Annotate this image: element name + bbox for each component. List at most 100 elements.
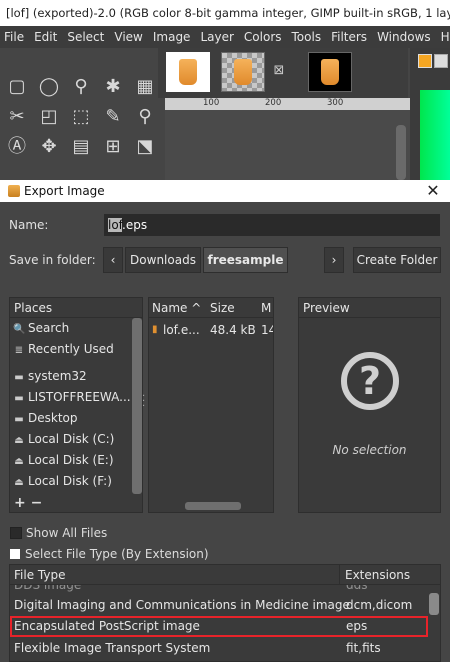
color-gradient-preview[interactable] (420, 90, 450, 180)
create-folder-button[interactable]: Create Folder (353, 247, 441, 273)
image-tab-3[interactable] (308, 52, 352, 92)
place-label: Desktop (28, 411, 78, 425)
place-label: Local Disk (E:) (28, 453, 114, 467)
color-picker-icon[interactable]: ✎ (100, 104, 126, 130)
places-header: Places (10, 298, 142, 318)
file-name: lof.e... (163, 323, 200, 337)
canvas-area[interactable] (165, 110, 410, 180)
place-item[interactable]: ⏏ Local Disk (E:) (10, 450, 142, 471)
menu-select[interactable]: Select (67, 30, 104, 44)
warp-icon[interactable]: ⊞ (100, 134, 126, 160)
column-file-type[interactable]: File Type (10, 565, 340, 585)
menu-image[interactable]: Image (153, 30, 191, 44)
places-panel: Places 🔍 Search ≣ Recently Used ▬ system32 ▬ LI… (9, 297, 143, 513)
file-row[interactable]: ▮ lof.e... 48.4 kB 14 (149, 320, 273, 340)
file-type-row-selected[interactable]: Encapsulated PostScript image eps (10, 616, 428, 637)
align-icon[interactable]: ▤ (68, 134, 94, 160)
column-name[interactable]: Name ^ (152, 298, 201, 318)
path-forward-button[interactable]: › (324, 247, 344, 273)
foreground-select-icon[interactable]: ▦ (132, 74, 158, 100)
column-size[interactable]: Size (210, 298, 235, 318)
pane-resize-handle[interactable]: · · · (142, 392, 147, 412)
place-label: LISTOFFREEWA... (28, 390, 131, 404)
file-list-scrollbar[interactable] (185, 502, 241, 510)
image-thumbnail-icon (321, 59, 339, 85)
right-dock (410, 48, 450, 180)
preview-empty-text: No selection (332, 443, 407, 457)
file-list: Name ^ Size M ▮ lof.e... 48.4 kB 14 (148, 297, 274, 513)
dialog-titlebar: Export Image ✕ (0, 180, 450, 202)
file-type-ext: dcm,dicom (346, 598, 413, 612)
close-tab-icon[interactable]: ⊠ (271, 63, 287, 79)
place-item[interactable]: 🔍 Search (10, 318, 142, 339)
column-extensions[interactable]: Extensions (341, 565, 427, 585)
menu-file[interactable]: File (4, 30, 24, 44)
file-type-name: Digital Imaging and Communications in Me… (14, 598, 350, 612)
file-type-header: File Type Extensions (10, 565, 440, 585)
place-item[interactable]: ⏏ Local Disk (C:) (10, 429, 142, 450)
show-all-files-label: Show All Files (26, 526, 108, 540)
menu-view[interactable]: View (114, 30, 142, 44)
rect-select-icon[interactable]: ▢ (4, 74, 30, 100)
place-item[interactable]: ⏏ Local Disk (F:) (10, 471, 142, 492)
places-add-remove[interactable]: + − (10, 494, 142, 512)
save-in-folder-label: Save in folder: (9, 253, 96, 267)
path-segment-freesample[interactable]: freesample (203, 247, 288, 273)
text-icon[interactable]: Ⓐ (4, 134, 30, 160)
place-label: system32 (28, 369, 87, 383)
file-type-ext: eps (346, 619, 368, 633)
menu-windows[interactable]: Windows (377, 30, 431, 44)
move-icon[interactable]: ✥ (36, 134, 62, 160)
filename-input[interactable]: lof.eps (104, 214, 440, 236)
crop-icon[interactable]: ◰ (36, 104, 62, 130)
free-select-icon[interactable]: ⚲ (68, 74, 94, 100)
show-all-files-checkbox[interactable]: Show All Files (10, 525, 107, 541)
path-segment-downloads[interactable]: Downloads (125, 247, 201, 273)
fuzzy-select-icon[interactable]: ✱ (100, 74, 126, 100)
file-type-scrollbar[interactable] (429, 593, 439, 615)
place-item[interactable]: ▬ system32 (10, 366, 142, 387)
place-item[interactable]: ▬ Desktop (10, 408, 142, 429)
file-size: 48.4 kB (210, 323, 256, 337)
column-modified[interactable]: M (261, 298, 271, 318)
path-back-button[interactable]: ‹ (103, 247, 123, 273)
sort-ascending-icon: ^ (191, 301, 202, 315)
transform-icon[interactable]: ⬔ (132, 134, 158, 160)
zoom-icon[interactable]: ⚲ (132, 104, 158, 130)
close-icon[interactable]: ✕ (424, 180, 442, 202)
file-type-row[interactable]: Flexible Image Transport System fit,fits (10, 638, 428, 659)
menu-filters[interactable]: Filters (331, 30, 367, 44)
ruler-tick: 200 (265, 98, 282, 108)
file-list-header: Name ^ Size M (149, 298, 273, 318)
menu-layer[interactable]: Layer (200, 30, 233, 44)
checkbox-icon (10, 527, 22, 539)
unified-transform-icon[interactable]: ⬚ (68, 104, 94, 130)
drive-icon: ⏏ (14, 477, 24, 488)
foreground-color-swatch[interactable] (418, 54, 432, 68)
folder-icon: ▬ (14, 414, 24, 425)
image-tab-1[interactable] (166, 52, 210, 92)
file-icon: ▮ (152, 324, 158, 335)
file-type-name: Encapsulated PostScript image (14, 619, 200, 633)
toolbox: ▢ ◯ ⚲ ✱ ▦ ✂ ◰ ⬚ ✎ ⚲ Ⓐ ✥ ▤ ⊞ ⬔ (0, 48, 158, 180)
ellipse-select-icon[interactable]: ◯ (36, 74, 62, 100)
places-scrollbar[interactable] (132, 318, 142, 494)
filename-selection: lof (108, 218, 123, 232)
menu-help[interactable]: Help (441, 30, 450, 44)
file-type-row[interactable]: Digital Imaging and Communications in Me… (10, 595, 428, 616)
canvas-scrollbar[interactable] (396, 125, 406, 180)
menu-tools[interactable]: Tools (292, 30, 322, 44)
search-icon: 🔍 (13, 324, 26, 335)
background-color-swatch[interactable] (434, 54, 448, 68)
place-item[interactable]: ≣ Recently Used (10, 339, 142, 360)
place-item[interactable]: ▬ LISTOFFREEWA... (10, 387, 142, 408)
horizontal-ruler: 100 200 300 (165, 98, 410, 110)
menu-colors[interactable]: Colors (244, 30, 282, 44)
place-label: Search (28, 321, 70, 335)
file-type-expander[interactable]: Select File Type (By Extension) (10, 546, 209, 562)
menu-edit[interactable]: Edit (34, 30, 57, 44)
scissors-icon[interactable]: ✂ (4, 104, 30, 130)
image-thumbnail-icon (179, 59, 197, 85)
image-tab-2[interactable] (221, 52, 265, 92)
drive-icon: ⏏ (14, 435, 24, 446)
